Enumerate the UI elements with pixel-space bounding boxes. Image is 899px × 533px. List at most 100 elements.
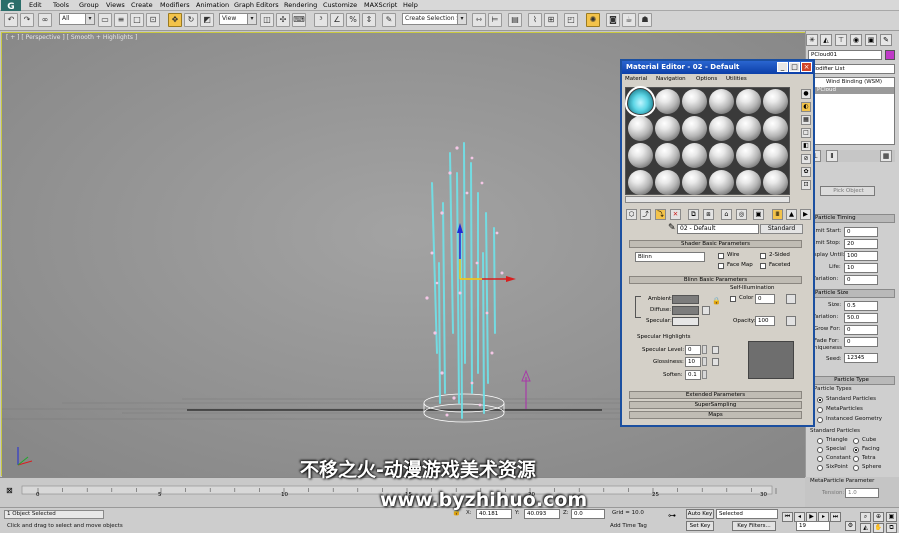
- motion-tab-icon[interactable]: ◉: [850, 34, 862, 46]
- maximize-viewport-icon[interactable]: ⧉: [886, 523, 897, 533]
- med-menu-navigation[interactable]: Navigation: [656, 76, 686, 83]
- go-to-end-icon[interactable]: ⏭: [830, 512, 841, 522]
- emit-start-input[interactable]: 0: [844, 227, 878, 237]
- mini-curve-editor-icon[interactable]: ⊠: [6, 487, 13, 495]
- selection-filter-dropdown[interactable]: All ▾: [59, 13, 95, 25]
- named-selection-set-input[interactable]: Create Selection Se ▾: [402, 13, 467, 25]
- grow-for-input[interactable]: 0: [844, 325, 878, 335]
- specular-color-swatch[interactable]: [672, 317, 699, 326]
- sample-slot[interactable]: [736, 89, 761, 114]
- blinn-basic-params-rollout[interactable]: Blinn Basic Parameters: [629, 276, 802, 284]
- hierarchy-tab-icon[interactable]: ⊤: [835, 34, 847, 46]
- render-frame-icon[interactable]: ◙: [606, 13, 620, 27]
- sample-slot[interactable]: [628, 116, 653, 141]
- select-and-move-icon[interactable]: ✥: [168, 13, 182, 27]
- lock-icon[interactable]: 🔒: [712, 298, 721, 305]
- key-mode-dropdown[interactable]: Selected: [716, 509, 778, 519]
- keyboard-shortcut-icon[interactable]: ⌨: [292, 13, 306, 27]
- select-and-scale-icon[interactable]: ◩: [200, 13, 214, 27]
- configure-sets-icon[interactable]: ▦: [880, 150, 892, 162]
- menu-maxscript[interactable]: MAXScript: [364, 1, 397, 9]
- go-forward-sibling-icon[interactable]: ▶: [800, 209, 811, 220]
- video-color-check-icon[interactable]: ◧: [801, 141, 811, 151]
- zoom-extents-icon[interactable]: ▣: [886, 512, 897, 522]
- particle-type-rollout[interactable]: Particle Type: [808, 376, 895, 385]
- assign-material-icon[interactable]: ⤵: [655, 209, 666, 220]
- put-to-library-icon[interactable]: ⌂: [721, 209, 732, 220]
- select-by-name-icon[interactable]: ≡: [114, 13, 128, 27]
- material-name-input[interactable]: 02 - Default: [677, 224, 759, 234]
- layer-manager-icon[interactable]: ▤: [508, 13, 522, 27]
- zoom-all-icon[interactable]: ⊕: [873, 512, 884, 522]
- object-name-input[interactable]: PCloud01: [808, 50, 882, 60]
- sample-slot[interactable]: [763, 116, 788, 141]
- spinner-snap-icon[interactable]: ⇕: [362, 13, 376, 27]
- sample-slot[interactable]: [736, 170, 761, 195]
- show-end-result-icon[interactable]: Ⅲ: [772, 209, 783, 220]
- particle-timing-rollout[interactable]: Particle Timing: [808, 214, 895, 223]
- sixpoint-radio[interactable]: [817, 465, 823, 471]
- sample-slot[interactable]: [763, 170, 788, 195]
- menu-rendering[interactable]: Rendering: [284, 1, 317, 9]
- sphere-radio[interactable]: [853, 465, 859, 471]
- size-input[interactable]: 0.5: [844, 301, 878, 311]
- supersampling-rollout[interactable]: SuperSampling: [629, 401, 802, 409]
- self-illum-map-button[interactable]: [786, 294, 796, 304]
- key-filters-button[interactable]: Key Filters...: [732, 521, 776, 531]
- specular-level-map-button[interactable]: [712, 346, 719, 354]
- backlight-icon[interactable]: ◐: [801, 102, 811, 112]
- sample-slot[interactable]: [763, 89, 788, 114]
- sample-slot[interactable]: [709, 116, 734, 141]
- variation-input[interactable]: 0: [844, 275, 878, 285]
- maximize-icon[interactable]: □: [789, 62, 800, 72]
- instanced-geometry-radio[interactable]: [817, 417, 823, 423]
- pick-material-icon[interactable]: ✎: [668, 224, 676, 233]
- sample-slot[interactable]: [682, 116, 707, 141]
- get-material-icon[interactable]: ⬡: [626, 209, 637, 220]
- auto-key-button[interactable]: Auto Key: [686, 509, 714, 519]
- size-variation-input[interactable]: 50.0: [844, 313, 878, 323]
- modifier-list-dropdown[interactable]: Modifier List: [808, 64, 895, 74]
- schematic-view-icon[interactable]: ⊞: [544, 13, 558, 27]
- sample-type-icon[interactable]: ●: [801, 89, 811, 99]
- sample-slot[interactable]: [625, 86, 656, 117]
- fade-for-input[interactable]: 0: [844, 337, 878, 347]
- diffuse-color-swatch[interactable]: [672, 306, 699, 315]
- sample-slots-scrollbar[interactable]: [625, 196, 790, 203]
- stack-item-wind-binding[interactable]: Wind Binding (WSM): [826, 79, 882, 86]
- soften-input[interactable]: 0.1: [685, 370, 701, 380]
- modify-tab-icon[interactable]: ◭: [820, 34, 832, 46]
- particle-size-rollout[interactable]: Particle Size: [808, 289, 895, 298]
- opacity-input[interactable]: 100: [755, 316, 775, 326]
- glossiness-map-button[interactable]: [712, 358, 719, 366]
- undo-icon[interactable]: ↶: [4, 13, 18, 27]
- maps-rollout[interactable]: Maps: [629, 411, 802, 419]
- material-id-icon[interactable]: ◎: [736, 209, 747, 220]
- sample-slot[interactable]: [682, 143, 707, 168]
- cube-radio[interactable]: [853, 438, 859, 444]
- wire-checkbox[interactable]: [718, 253, 724, 259]
- set-key-button[interactable]: Set Key: [686, 521, 714, 531]
- sample-slot[interactable]: [682, 89, 707, 114]
- life-input[interactable]: 10: [844, 263, 878, 273]
- shader-dropdown[interactable]: Blinn: [635, 252, 705, 262]
- menu-modifiers[interactable]: Modifiers: [160, 1, 190, 9]
- select-and-rotate-icon[interactable]: ↻: [184, 13, 198, 27]
- uv-tiling-icon[interactable]: □: [801, 128, 811, 138]
- special-radio[interactable]: [817, 447, 823, 453]
- med-menu-material[interactable]: Material: [625, 76, 647, 83]
- menu-customize[interactable]: Customize: [323, 1, 357, 9]
- curve-editor-icon[interactable]: ⌇: [528, 13, 542, 27]
- create-tab-icon[interactable]: ✳: [806, 34, 818, 46]
- field-of-view-icon[interactable]: ◭: [860, 523, 871, 533]
- go-to-parent-icon[interactable]: ▲: [786, 209, 797, 220]
- key-icon[interactable]: ⊶: [668, 512, 676, 520]
- copy-material-icon[interactable]: ⧉: [688, 209, 699, 220]
- constant-radio[interactable]: [817, 456, 823, 462]
- sample-slot[interactable]: [682, 170, 707, 195]
- snaps-toggle-icon[interactable]: ³: [314, 13, 328, 27]
- quick-render-icon[interactable]: ☕: [622, 13, 636, 27]
- med-menu-options[interactable]: Options: [696, 76, 717, 83]
- seed-input[interactable]: 12345: [844, 353, 878, 363]
- options-icon[interactable]: ✿: [801, 167, 811, 177]
